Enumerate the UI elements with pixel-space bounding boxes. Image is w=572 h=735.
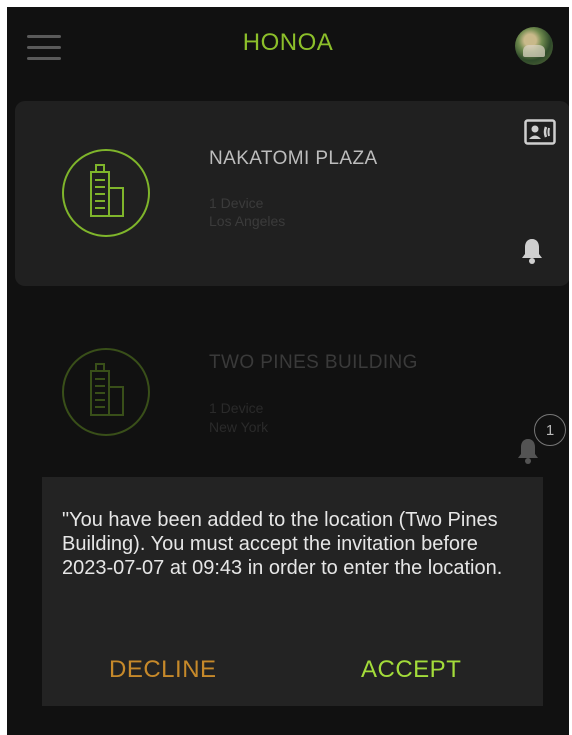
location-device-count: 1 Device: [209, 195, 264, 211]
location-city: New York: [209, 419, 269, 435]
bell-icon[interactable]: [520, 237, 544, 265]
invitation-dialog: "You have been added to the location (Tw…: [42, 477, 543, 706]
location-name: TWO PINES BUILDING: [209, 352, 418, 373]
bell-icon[interactable]: [516, 437, 540, 465]
user-avatar[interactable]: [515, 27, 553, 65]
app-screen: HONOA NAKATOMI PLAZA 1 Device Los Angele…: [7, 7, 569, 735]
location-name: NAKATOMI PLAZA: [209, 148, 378, 169]
decline-button[interactable]: DECLINE: [109, 656, 217, 684]
location-device-count: 1 Device: [209, 400, 264, 416]
location-city: Los Angeles: [209, 213, 286, 229]
building-icon: [62, 149, 150, 237]
building-icon: [62, 348, 150, 436]
notification-count-badge: 1: [534, 414, 566, 446]
location-card-two-pines-building[interactable]: TWO PINES BUILDING 1 Device New York 1: [15, 307, 569, 492]
location-card-nakatomi-plaza[interactable]: NAKATOMI PLAZA 1 Device Los Angeles: [15, 101, 569, 286]
accept-button[interactable]: ACCEPT: [361, 656, 461, 684]
app-header: HONOA: [7, 7, 569, 87]
dialog-message: "You have been added to the location (Tw…: [62, 509, 503, 579]
app-title: HONOA: [242, 29, 334, 56]
contact-card-icon[interactable]: [524, 119, 556, 145]
